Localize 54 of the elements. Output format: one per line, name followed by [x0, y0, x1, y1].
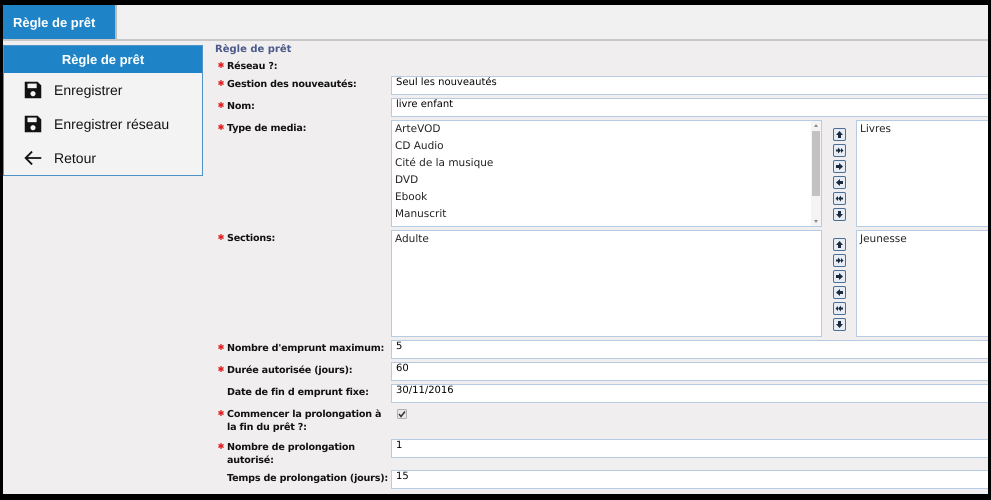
available-list[interactable]: Adulte [391, 230, 822, 337]
sidebar-item[interactable]: Retour [4, 141, 202, 175]
selected-list[interactable]: Livres [856, 120, 988, 227]
field-label: Réseau ?: [227, 60, 278, 73]
field-label: Commencer la prolongation à la fin du prêt ?: [227, 408, 382, 434]
arrow-button[interactable] [832, 208, 846, 221]
list-option[interactable]: Ebook [392, 189, 811, 206]
double-arrow-button[interactable] [832, 302, 846, 315]
sidebar-item-label: Enregistrer réseau [54, 116, 170, 132]
list-option[interactable]: DVD [392, 172, 811, 189]
field-label: Durée autorisée (jours): [227, 364, 352, 377]
checkbox[interactable] [397, 409, 407, 419]
field-label: Temps de prolongation (jours): [227, 472, 388, 485]
arrow-button[interactable] [832, 318, 846, 331]
arrow-button[interactable] [832, 270, 846, 283]
sidebar-item[interactable]: Enregistrer réseau [4, 107, 202, 141]
sidebar-item-label: Retour [54, 150, 96, 166]
sidebar-title: Règle de prêt [4, 46, 202, 73]
field-label: Date de fin d emprunt fixe: [227, 386, 369, 399]
list-option[interactable]: ArteVOD [392, 121, 811, 138]
arrow-button[interactable] [832, 238, 846, 251]
field-label: Gestion des nouveautés: [227, 78, 357, 91]
list-option[interactable]: CD Audio [392, 138, 811, 155]
text-field[interactable]: Seul les nouveautés [391, 76, 988, 95]
arrow-button[interactable] [832, 176, 846, 189]
double-arrow-button[interactable] [832, 192, 846, 205]
text-field[interactable]: livre enfant [391, 98, 988, 117]
list-option[interactable]: Adulte [392, 231, 821, 248]
text-field[interactable]: 15 [391, 470, 988, 489]
selected-list[interactable]: Jeunesse [856, 230, 988, 337]
field-label: Type de media: [227, 122, 306, 135]
double-arrow-button[interactable] [832, 144, 846, 157]
text-field[interactable]: 60 [391, 362, 988, 381]
double-arrow-button[interactable] [832, 254, 846, 267]
arrow-button[interactable] [832, 128, 846, 141]
available-list[interactable]: ArteVOD CD Audio Cité de la musique DVD Ebook Manuscrit [391, 120, 822, 227]
text-field[interactable]: 30/11/2016 [391, 384, 988, 403]
field-label: Nombre d'emprunt maximum: [227, 342, 384, 355]
field-label: Sections: [227, 232, 276, 245]
field-label: Nombre de prolongation autorisé: [227, 441, 356, 467]
list-option[interactable]: Manuscrit [392, 206, 811, 223]
text-field[interactable]: 1 [391, 439, 988, 458]
arrow-button[interactable] [832, 286, 846, 299]
sidebar-item-label: Enregistrer [54, 82, 122, 98]
text-field[interactable]: 5 [391, 340, 988, 359]
form-title: Règle de prêt [215, 44, 292, 55]
list-option[interactable]: Cité de la musique [392, 155, 811, 172]
scrollbar[interactable] [811, 121, 821, 226]
list-option[interactable]: Livres [857, 121, 988, 138]
field-label: Nom: [227, 100, 255, 113]
tab[interactable]: Règle de prêt [3, 5, 118, 39]
arrow-button[interactable] [832, 160, 846, 173]
sidebar-item[interactable]: Enregistrer [4, 73, 202, 107]
list-option[interactable]: Jeunesse [857, 231, 988, 248]
